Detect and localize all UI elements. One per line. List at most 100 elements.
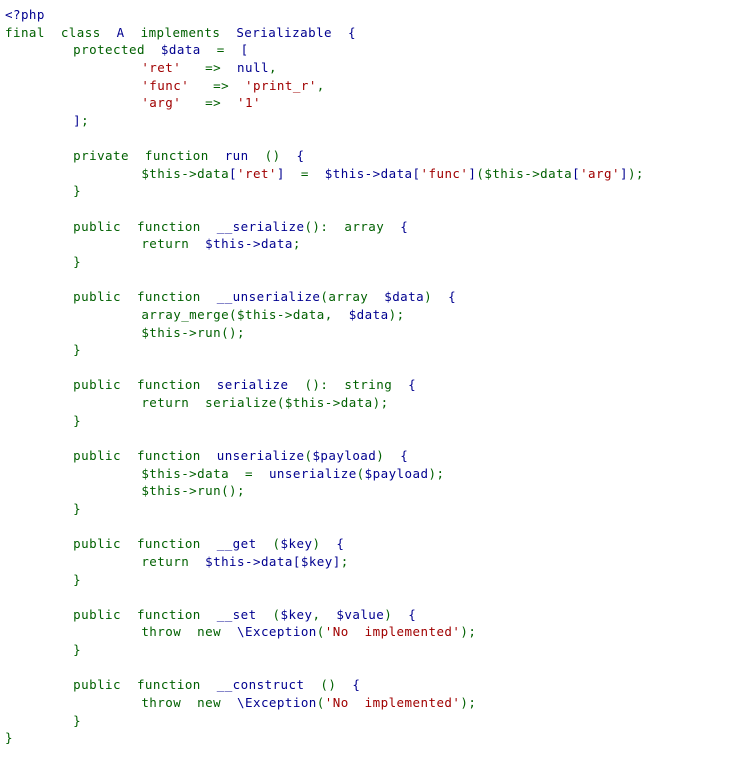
code-line: 'ret' => null, xyxy=(0,59,751,77)
code-token-kw: public function xyxy=(73,289,217,305)
code-token-kw: serialize xyxy=(205,395,277,411)
code-line: } xyxy=(0,500,751,518)
code-token-name: \Exception xyxy=(237,694,317,710)
code-token-punct: , xyxy=(312,606,337,622)
code-token-kw: $this->data xyxy=(237,306,325,322)
code-line: public function serialize (): string { xyxy=(0,376,751,394)
code-token-punct: } xyxy=(73,342,82,358)
code-token-str: 'No implemented' xyxy=(324,694,461,710)
code-line: } xyxy=(0,729,751,747)
code-token-punct: = xyxy=(229,465,269,481)
code-token-kw: string xyxy=(344,377,393,393)
code-token-str: '1' xyxy=(237,95,261,111)
code-token-punct: ); xyxy=(460,624,477,640)
code-token-name: __get xyxy=(216,536,257,552)
code-line: return $this->data[$key]; xyxy=(0,553,751,571)
code-token-kw: return xyxy=(141,395,206,411)
code-line: } xyxy=(0,253,751,271)
code-token-bracket: { xyxy=(400,448,409,464)
code-token-name: $this->data xyxy=(205,553,293,569)
code-token-punct: ) xyxy=(424,289,449,305)
code-line: private function run () { xyxy=(0,147,751,165)
code-token-bracket: { xyxy=(348,24,356,40)
code-token-str: 'func' xyxy=(141,77,190,93)
code-token-kw xyxy=(368,289,384,304)
code-token-bracket: { xyxy=(448,289,457,305)
code-token-punct: ( xyxy=(356,465,365,481)
code-token-tag: <?php xyxy=(5,7,45,22)
code-token-punct: } xyxy=(73,253,82,269)
code-line: public function __unserialize(array $dat… xyxy=(0,288,751,306)
code-token-kw: public function xyxy=(73,677,217,693)
code-line: protected $data = [ xyxy=(0,41,751,59)
code-token-punct: ( xyxy=(229,306,238,322)
code-token-name: $this->data xyxy=(324,165,413,181)
code-token-const: null xyxy=(229,59,269,75)
code-token-var: $data xyxy=(384,289,425,305)
code-line: public function __construct () { xyxy=(0,676,751,694)
code-token-punct: = xyxy=(284,165,325,181)
code-line: 'func' => 'print_r', xyxy=(0,77,751,95)
code-token-bracket: { xyxy=(400,218,409,234)
code-token-kw: throw new xyxy=(141,624,238,640)
code-token-name: serialize xyxy=(216,377,289,393)
code-token-kw: public function xyxy=(73,377,217,393)
code-token-name: __unserialize xyxy=(216,289,321,305)
code-token-bracket: { xyxy=(336,536,345,552)
code-token-var: $key xyxy=(280,536,313,552)
code-token-name: __set xyxy=(216,606,257,622)
code-token-punct: ); xyxy=(460,694,477,710)
code-token-str: 'func' xyxy=(420,165,469,181)
code-token-bracket: ] xyxy=(619,165,628,181)
code-token-str: 'print_r' xyxy=(245,77,317,93)
code-line: throw new \Exception('No implemented'); xyxy=(0,694,751,712)
code-line: ]; xyxy=(0,112,751,130)
code-token-str: 'arg' xyxy=(141,95,182,111)
code-line: public function __serialize(): array { xyxy=(0,218,751,236)
code-token-punct: ) xyxy=(384,606,409,622)
code-token-punct: ( xyxy=(256,536,281,552)
code-token-punct: ; xyxy=(340,553,349,569)
code-token-bracket: [ xyxy=(292,553,301,569)
code-token-kw: public function xyxy=(73,218,217,234)
code-token-punct: } xyxy=(73,183,82,199)
code-line: final class A implements Serializable { xyxy=(0,24,751,42)
code-token-punct: ( xyxy=(276,395,285,411)
code-token-punct: , xyxy=(324,306,349,322)
code-token-punct: ( xyxy=(256,606,281,622)
code-token-var: $key xyxy=(280,606,313,622)
code-token-kw: implements xyxy=(124,24,237,40)
code-token-str: 'ret' xyxy=(141,59,182,75)
code-line: public function unserialize($payload) { xyxy=(0,447,751,465)
code-token-kw: public function xyxy=(73,448,217,464)
code-token-arrow: => xyxy=(181,95,230,111)
code-token-arrow: => xyxy=(181,59,230,75)
code-line: throw new \Exception('No implemented'); xyxy=(0,623,751,641)
code-token-punct: , xyxy=(268,59,277,75)
code-token-arrow: => xyxy=(189,77,238,93)
code-token-kw: $this->data xyxy=(141,465,230,481)
code-token-kw: final class xyxy=(5,24,117,40)
code-token-bracket: ] xyxy=(73,112,82,128)
code-token-bracket: { xyxy=(296,148,305,164)
code-token-punct: ; xyxy=(292,236,301,252)
code-token-punct: (): xyxy=(304,218,345,234)
code-line: } xyxy=(0,712,751,730)
code-token-var: $data xyxy=(160,42,201,58)
code-listing: <?php final class A implements Serializab… xyxy=(0,6,751,776)
code-token-name: unserialize xyxy=(216,448,305,464)
code-token-var: $value xyxy=(336,606,385,622)
code-token-kw xyxy=(332,25,348,40)
code-token-bracket: { xyxy=(408,377,417,393)
code-token-name: __construct xyxy=(216,677,305,693)
code-line: } xyxy=(0,571,751,589)
code-token-var: $key xyxy=(300,553,333,569)
code-token-name: A xyxy=(116,24,125,40)
code-token-kw: = xyxy=(200,42,241,58)
